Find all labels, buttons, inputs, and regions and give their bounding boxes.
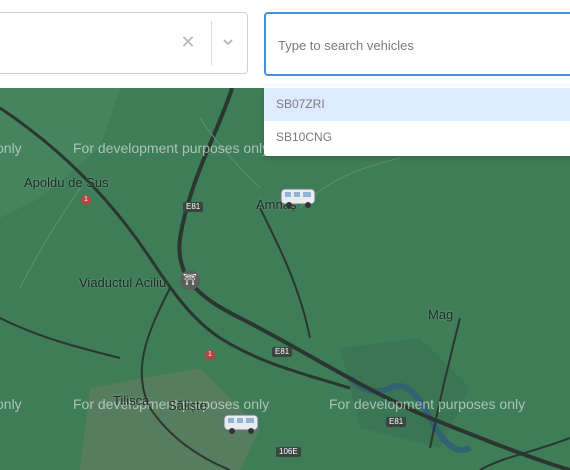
map-watermark: only xyxy=(0,140,22,156)
search-suggestions: SB07ZRI SB10CNG xyxy=(264,86,570,156)
place-label: Mag xyxy=(428,307,454,322)
place-label: Săliște xyxy=(168,398,208,413)
campervan-icon[interactable] xyxy=(279,186,319,210)
vehicle-search-box[interactable] xyxy=(264,12,570,76)
map-watermark: For development purposes only xyxy=(329,396,526,412)
route-badge: 1 xyxy=(81,195,91,205)
divider xyxy=(211,21,212,65)
route-badge: E81 xyxy=(386,417,407,427)
route-badge: E81 xyxy=(183,202,204,212)
vehicle-search-input[interactable] xyxy=(276,32,570,58)
vehicle-select[interactable]: ✕ xyxy=(0,12,248,74)
route-badge: 1 xyxy=(205,350,215,360)
campervan-icon[interactable] xyxy=(222,412,262,436)
route-badge: 106E xyxy=(276,447,301,457)
chevron-down-icon[interactable] xyxy=(221,35,235,49)
place-label: Apoldu de Sus xyxy=(24,175,109,190)
close-icon[interactable]: ✕ xyxy=(179,33,197,51)
map-watermark: For development purposes only xyxy=(73,140,270,156)
suggestion-option[interactable]: SB07ZRI xyxy=(264,88,570,121)
place-label: Tilișca xyxy=(113,393,150,408)
suggestion-option[interactable]: SB10CNG xyxy=(264,121,570,154)
viaduct-poi-icon[interactable]: ⛩ xyxy=(180,270,200,290)
place-label: Viaductul Aciliu xyxy=(79,275,167,290)
route-badge: E81 xyxy=(272,347,293,357)
map-watermark: only xyxy=(0,396,22,412)
